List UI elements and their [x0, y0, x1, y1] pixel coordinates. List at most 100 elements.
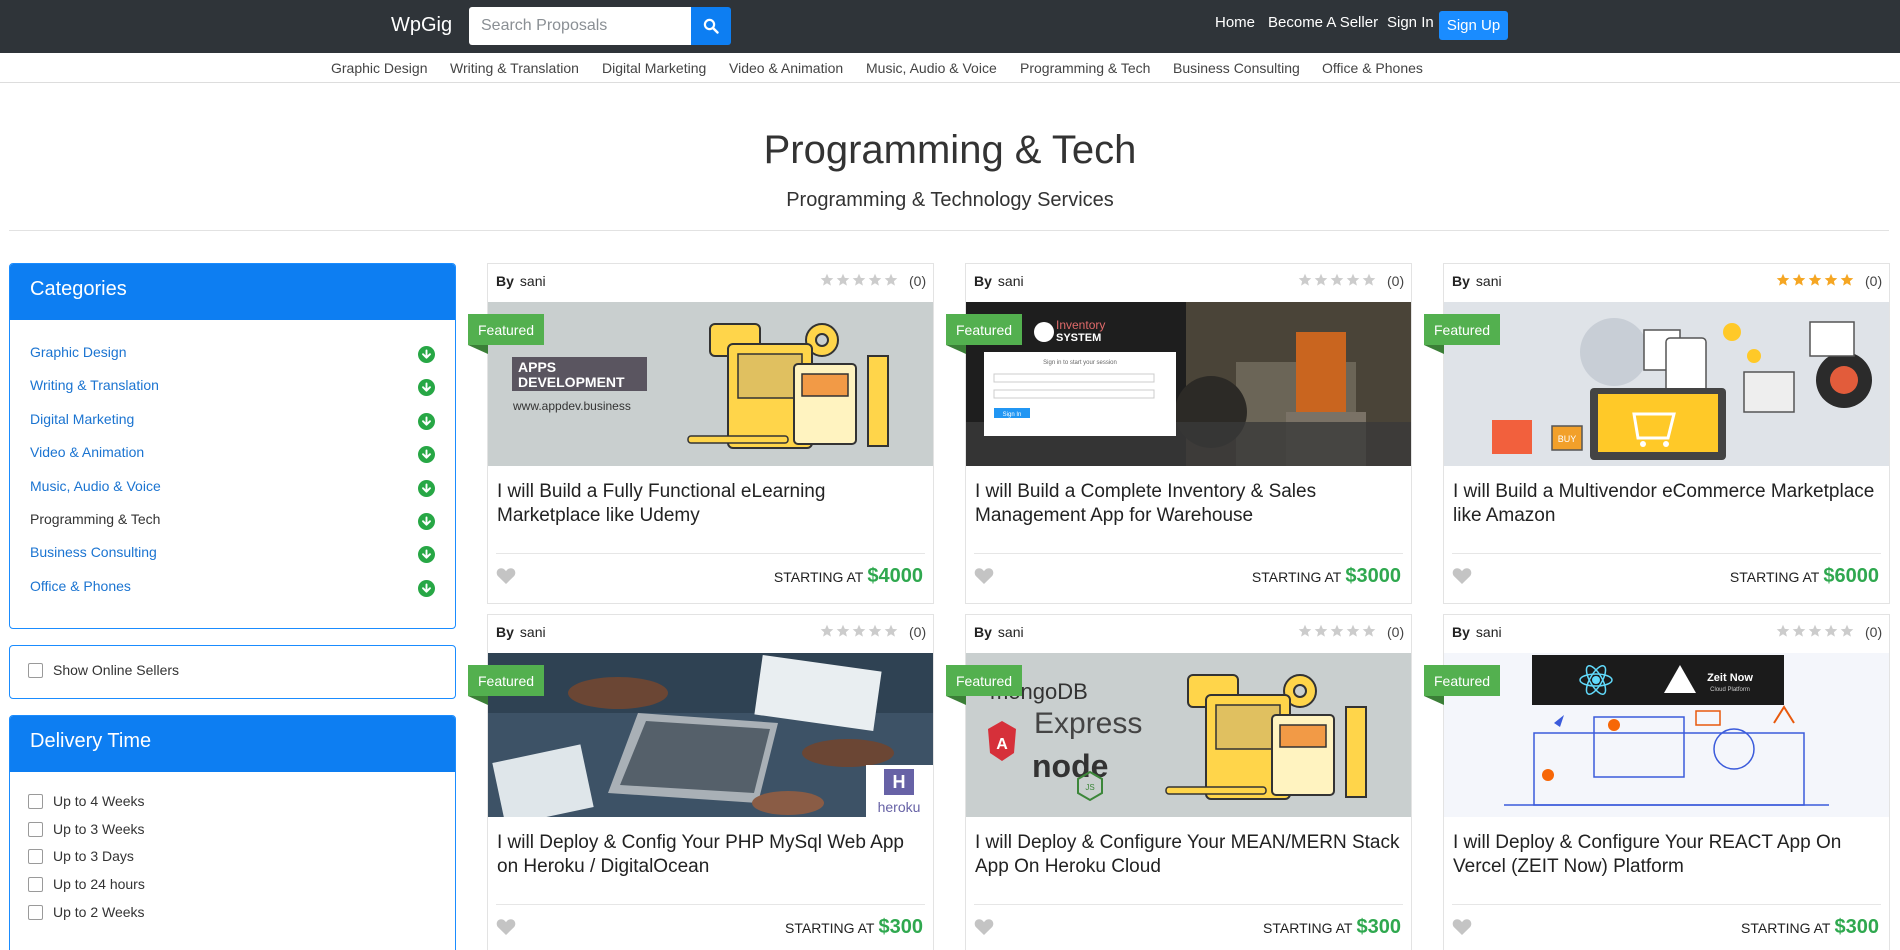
seller-name[interactable]: sani — [1476, 273, 1502, 289]
sidebar-item-video-animation[interactable]: Video & Animation — [30, 444, 144, 460]
proposal-title[interactable]: I will Build a Complete Inventory & Sale… — [975, 480, 1400, 528]
star-icon — [1298, 273, 1312, 286]
delivery-option[interactable]: Up to 2 Weeks — [28, 904, 145, 920]
catbar-business-consulting[interactable]: Business Consulting — [1173, 60, 1300, 76]
delivery-checkbox[interactable] — [28, 876, 43, 892]
proposal-image[interactable]: APPS DEVELOPMENT www.appdev.business — [488, 302, 933, 466]
delivery-option-label: Up to 3 Days — [53, 848, 134, 864]
proposal-image[interactable]: mongoDB A Express node JS — [966, 653, 1411, 817]
sidebar-item-writing-translation[interactable]: Writing & Translation — [30, 377, 159, 393]
nav-home[interactable]: Home — [1215, 14, 1255, 31]
proposal-title[interactable]: I will Build a Multivendor eCommerce Mar… — [1453, 480, 1878, 528]
expand-graphic-design[interactable] — [418, 346, 435, 363]
proposal-title[interactable]: I will Deploy & Config Your PHP MySql We… — [497, 831, 922, 879]
expand-programming-tech[interactable] — [418, 513, 435, 530]
expand-digital-marketing[interactable] — [418, 413, 435, 430]
sidebar-item-business-consulting[interactable]: Business Consulting — [30, 544, 157, 560]
nav-sign-in[interactable]: Sign In — [1387, 14, 1434, 31]
star-icon — [1330, 624, 1344, 637]
heart-icon[interactable] — [496, 567, 516, 585]
heart-icon[interactable] — [496, 918, 516, 936]
star-icon — [884, 273, 898, 286]
development-text: DEVELOPMENT — [518, 374, 625, 390]
zeit-brand: Zeit Now — [1707, 672, 1753, 684]
delivery-option[interactable]: Up to 24 hours — [28, 876, 145, 892]
catbar-writing-translation[interactable]: Writing & Translation — [450, 60, 579, 76]
catbar-digital-marketing[interactable]: Digital Marketing — [602, 60, 706, 76]
seller-name[interactable]: sani — [520, 273, 546, 289]
seller-name[interactable]: sani — [520, 624, 546, 640]
expand-music-audio[interactable] — [418, 480, 435, 497]
delivery-option[interactable]: Up to 3 Weeks — [28, 821, 145, 837]
starting-at-label: STARTING AT — [785, 920, 875, 936]
expand-writing-translation[interactable] — [418, 379, 435, 396]
arrow-down-icon — [422, 483, 431, 493]
proposal-image[interactable]: Inventory SYSTEM Sign in to start your s… — [966, 302, 1411, 466]
delivery-option[interactable]: Up to 4 Weeks — [28, 793, 145, 809]
proposal-image[interactable]: BUY — [1444, 302, 1889, 466]
proposal-card[interactable]: By sani (0) H heroku Featured I will Depl… — [468, 614, 934, 950]
login-button-text: Sign In — [1003, 412, 1022, 418]
delivery-option-label: Up to 4 Weeks — [53, 793, 145, 809]
by-label: By — [1452, 273, 1470, 289]
star-icon — [1824, 273, 1838, 286]
seller-line: By sani — [1452, 273, 1502, 289]
delivery-time-heading: Delivery Time — [10, 716, 455, 772]
online-sellers-checkbox[interactable] — [28, 662, 43, 678]
sign-up-button[interactable]: Sign Up — [1439, 11, 1508, 40]
proposal-image[interactable]: H heroku — [488, 653, 933, 817]
star-rating — [1776, 273, 1854, 287]
online-sellers-filter[interactable]: Show Online Sellers — [28, 662, 179, 678]
proposal-card[interactable]: By sani (0) Zeit Now Cloud Platform Featu… — [1424, 614, 1890, 950]
delivery-option[interactable]: Up to 3 Days — [28, 848, 134, 864]
delivery-checkbox[interactable] — [28, 821, 43, 837]
star-rating — [820, 624, 898, 638]
proposal-title[interactable]: I will Deploy & Configure Your MEAN/MERN… — [975, 831, 1400, 879]
buy-tag: BUY — [1558, 434, 1577, 444]
search-input[interactable] — [469, 7, 691, 45]
catbar-programming-tech[interactable]: Programming & Tech — [1020, 60, 1150, 76]
expand-business-consulting[interactable] — [418, 546, 435, 563]
by-label: By — [974, 624, 992, 640]
proposal-title[interactable]: I will Deploy & Configure Your REACT App… — [1453, 831, 1878, 879]
proposal-card[interactable]: By sani (0) BUY Featured I will Build a M… — [1424, 263, 1890, 604]
catbar-office-phones[interactable]: Office & Phones — [1322, 60, 1423, 76]
star-icon — [836, 624, 850, 637]
sidebar-item-digital-marketing[interactable]: Digital Marketing — [30, 411, 134, 427]
nav-become-seller[interactable]: Become A Seller — [1268, 14, 1378, 31]
search-button[interactable] — [691, 7, 731, 45]
catbar-music-audio[interactable]: Music, Audio & Voice — [866, 60, 997, 76]
proposal-image[interactable]: Zeit Now Cloud Platform — [1444, 653, 1889, 817]
proposal-title[interactable]: I will Build a Fully Functional eLearnin… — [497, 480, 922, 528]
expand-video-animation[interactable] — [418, 446, 435, 463]
star-rating — [1776, 624, 1854, 638]
heart-icon[interactable] — [1452, 918, 1472, 936]
delivery-checkbox[interactable] — [28, 848, 43, 864]
proposal-card[interactable]: By sani (0) mongoDB A Express node JS Fea… — [946, 614, 1412, 950]
proposal-card[interactable]: By sani (0) APPS DEVELOPMENT www.appdev.b… — [468, 263, 934, 604]
rating-count: (0) — [1387, 624, 1405, 640]
heart-icon[interactable] — [974, 567, 994, 585]
sidebar-item-office-phones[interactable]: Office & Phones — [30, 578, 131, 594]
heart-icon[interactable] — [974, 918, 994, 936]
featured-badge: Featured — [468, 665, 545, 696]
catbar-graphic-design[interactable]: Graphic Design — [331, 60, 428, 76]
proposal-card[interactable]: By sani (0) Inventory SYSTEM Sign in to s… — [946, 263, 1412, 604]
expand-office-phones[interactable] — [418, 580, 435, 597]
delivery-checkbox[interactable] — [28, 904, 43, 920]
sidebar-item-graphic-design[interactable]: Graphic Design — [30, 344, 127, 360]
seller-name[interactable]: sani — [1476, 624, 1502, 640]
seller-name[interactable]: sani — [998, 273, 1024, 289]
star-icon — [1776, 273, 1790, 286]
arrow-down-icon — [422, 449, 431, 459]
seller-name[interactable]: sani — [998, 624, 1024, 640]
star-icon — [1362, 273, 1376, 286]
site-logo[interactable]: WpGig — [391, 14, 452, 37]
catbar-video-animation[interactable]: Video & Animation — [729, 60, 843, 76]
sidebar-item-programming-tech[interactable]: Programming & Tech — [30, 511, 160, 527]
heart-icon[interactable] — [1452, 567, 1472, 585]
delivery-checkbox[interactable] — [28, 793, 43, 809]
price-row: STARTING AT $300 — [1263, 916, 1401, 939]
sidebar-item-music-audio[interactable]: Music, Audio & Voice — [30, 478, 161, 494]
featured-badge: Featured — [946, 665, 1023, 696]
